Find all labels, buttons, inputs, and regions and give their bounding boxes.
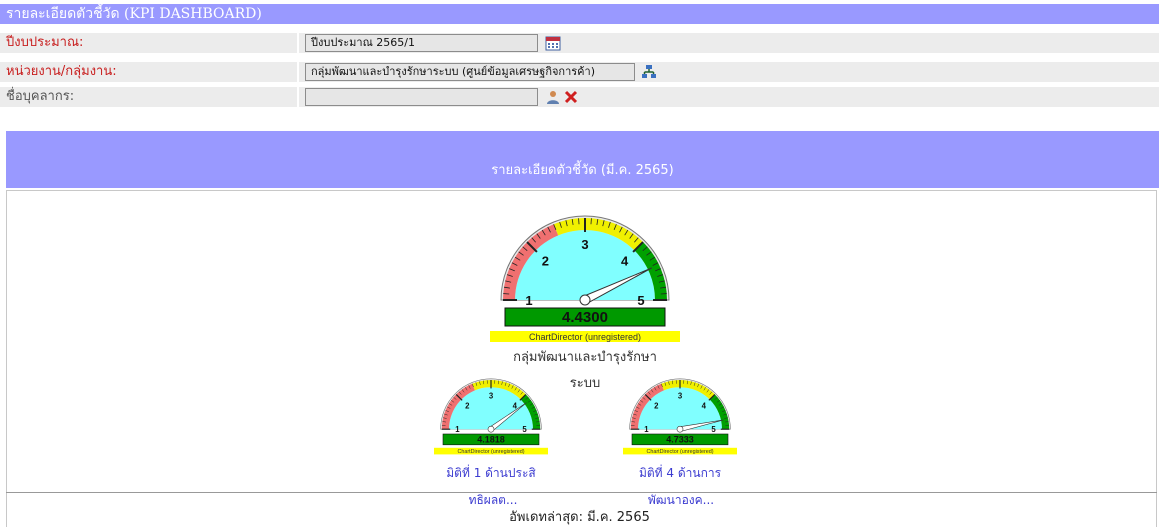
gauge-watermark: ChartDirector (unregistered) [457,449,524,455]
person-field[interactable] [305,88,538,106]
main-gauge[interactable]: 1 2 3 4 5 4.4300 ChartDirector (unregistered) [490,208,680,348]
calendar-icon[interactable] [545,35,561,51]
unit-label: หน่วยงาน/กลุ่มงาน: [0,62,297,82]
right-gauge[interactable]: 1 2 3 4 5 4.7333 ChartDirector (unregistered) [623,374,737,458]
main-gauge-chart: 1 2 3 4 5 4.4300 ChartDirector (unregistered) [490,215,680,342]
unit-value-cell: กลุ่มพัฒนาและบำรุงรักษาระบบ (ศูนย์ข้อมูล… [299,62,1159,82]
gauge-tick-label: 5 [522,425,527,434]
close-icon[interactable] [563,89,579,105]
gauge-tick-label: 2 [542,253,549,268]
gauge-tick-label: 4 [702,401,707,410]
budget-field[interactable]: ปีงบประมาณ 2565/1 [305,34,538,52]
gauge-tick-label: 3 [678,392,683,401]
left-gauge-chart: 123454.1818ChartDirector (unregistered) [434,378,548,455]
gauge-pivot [579,294,591,306]
gauge-tick-label: 4 [621,253,629,268]
gauge-watermark: ChartDirector (unregistered) [646,449,713,455]
gauge-pivot [487,425,495,433]
gauge-tick-label: 2 [465,401,470,410]
right-gauge-chart: 1 2 3 4 5 4.7333 ChartDirector (unregistered) [623,378,737,455]
gauge-pivot [676,425,684,433]
gauge-tick-label: 5 [711,425,716,434]
dashboard-header: รายละเอียดตัวชี้วัด (KPI DASHBOARD) [0,4,1159,24]
gauge-tick-label: 3 [489,392,494,401]
person-label: ชื่อบุคลากร: [0,87,297,107]
last-updated: อัพเดทล่าสุด: มี.ค. 2565 [509,510,650,525]
gauge-value: 4.4300 [562,309,608,326]
gauge-tick-label: 1 [525,293,532,308]
budget-row: ปีงบประมาณ: ปีงบประมาณ 2565/1 [0,33,1159,53]
main-gauge-title-1: กลุ่มพัฒนาและบำรุงรักษา [513,350,657,365]
gauge-tick-label: 1 [455,425,460,434]
divider [6,492,1157,493]
left-gauge[interactable]: 1 2 3 4 5 4.1818 ChartDirector (unregistered) [434,374,548,458]
gauge-watermark: ChartDirector (unregistered) [529,332,641,342]
gauge-value: 4.1818 [477,434,505,444]
unit-row: หน่วยงาน/กลุ่มงาน: กลุ่มพัฒนาและบำรุงรัก… [0,62,1159,82]
section-title: รายละเอียดตัวชี้วัด (มี.ค. 2565) [491,163,674,178]
person-row: ชื่อบุคลากร: [0,87,1159,107]
unit-field[interactable]: กลุ่มพัฒนาและบำรุงรักษาระบบ (ศูนย์ข้อมูล… [305,63,635,81]
section-header: รายละเอียดตัวชี้วัด (มี.ค. 2565) [6,131,1159,188]
right-gauge-link[interactable]: มิติที่ 4 ด้านการ [624,464,736,483]
budget-label: ปีงบประมาณ: [0,33,297,53]
person-icon[interactable] [545,89,561,105]
person-value-cell [299,87,1159,107]
gauge-tick-label: 2 [654,401,659,410]
gauge-tick-label: 1 [644,425,649,434]
budget-value-cell: ปีงบประมาณ 2565/1 [299,33,1159,53]
gauge-value: 4.7333 [666,434,694,444]
left-gauge-link[interactable]: มิติที่ 1 ด้านประสิ [435,464,547,483]
org-chart-icon[interactable] [641,64,657,80]
gauge-tick-label: 3 [581,237,588,252]
gauge-tick-label: 5 [637,293,644,308]
